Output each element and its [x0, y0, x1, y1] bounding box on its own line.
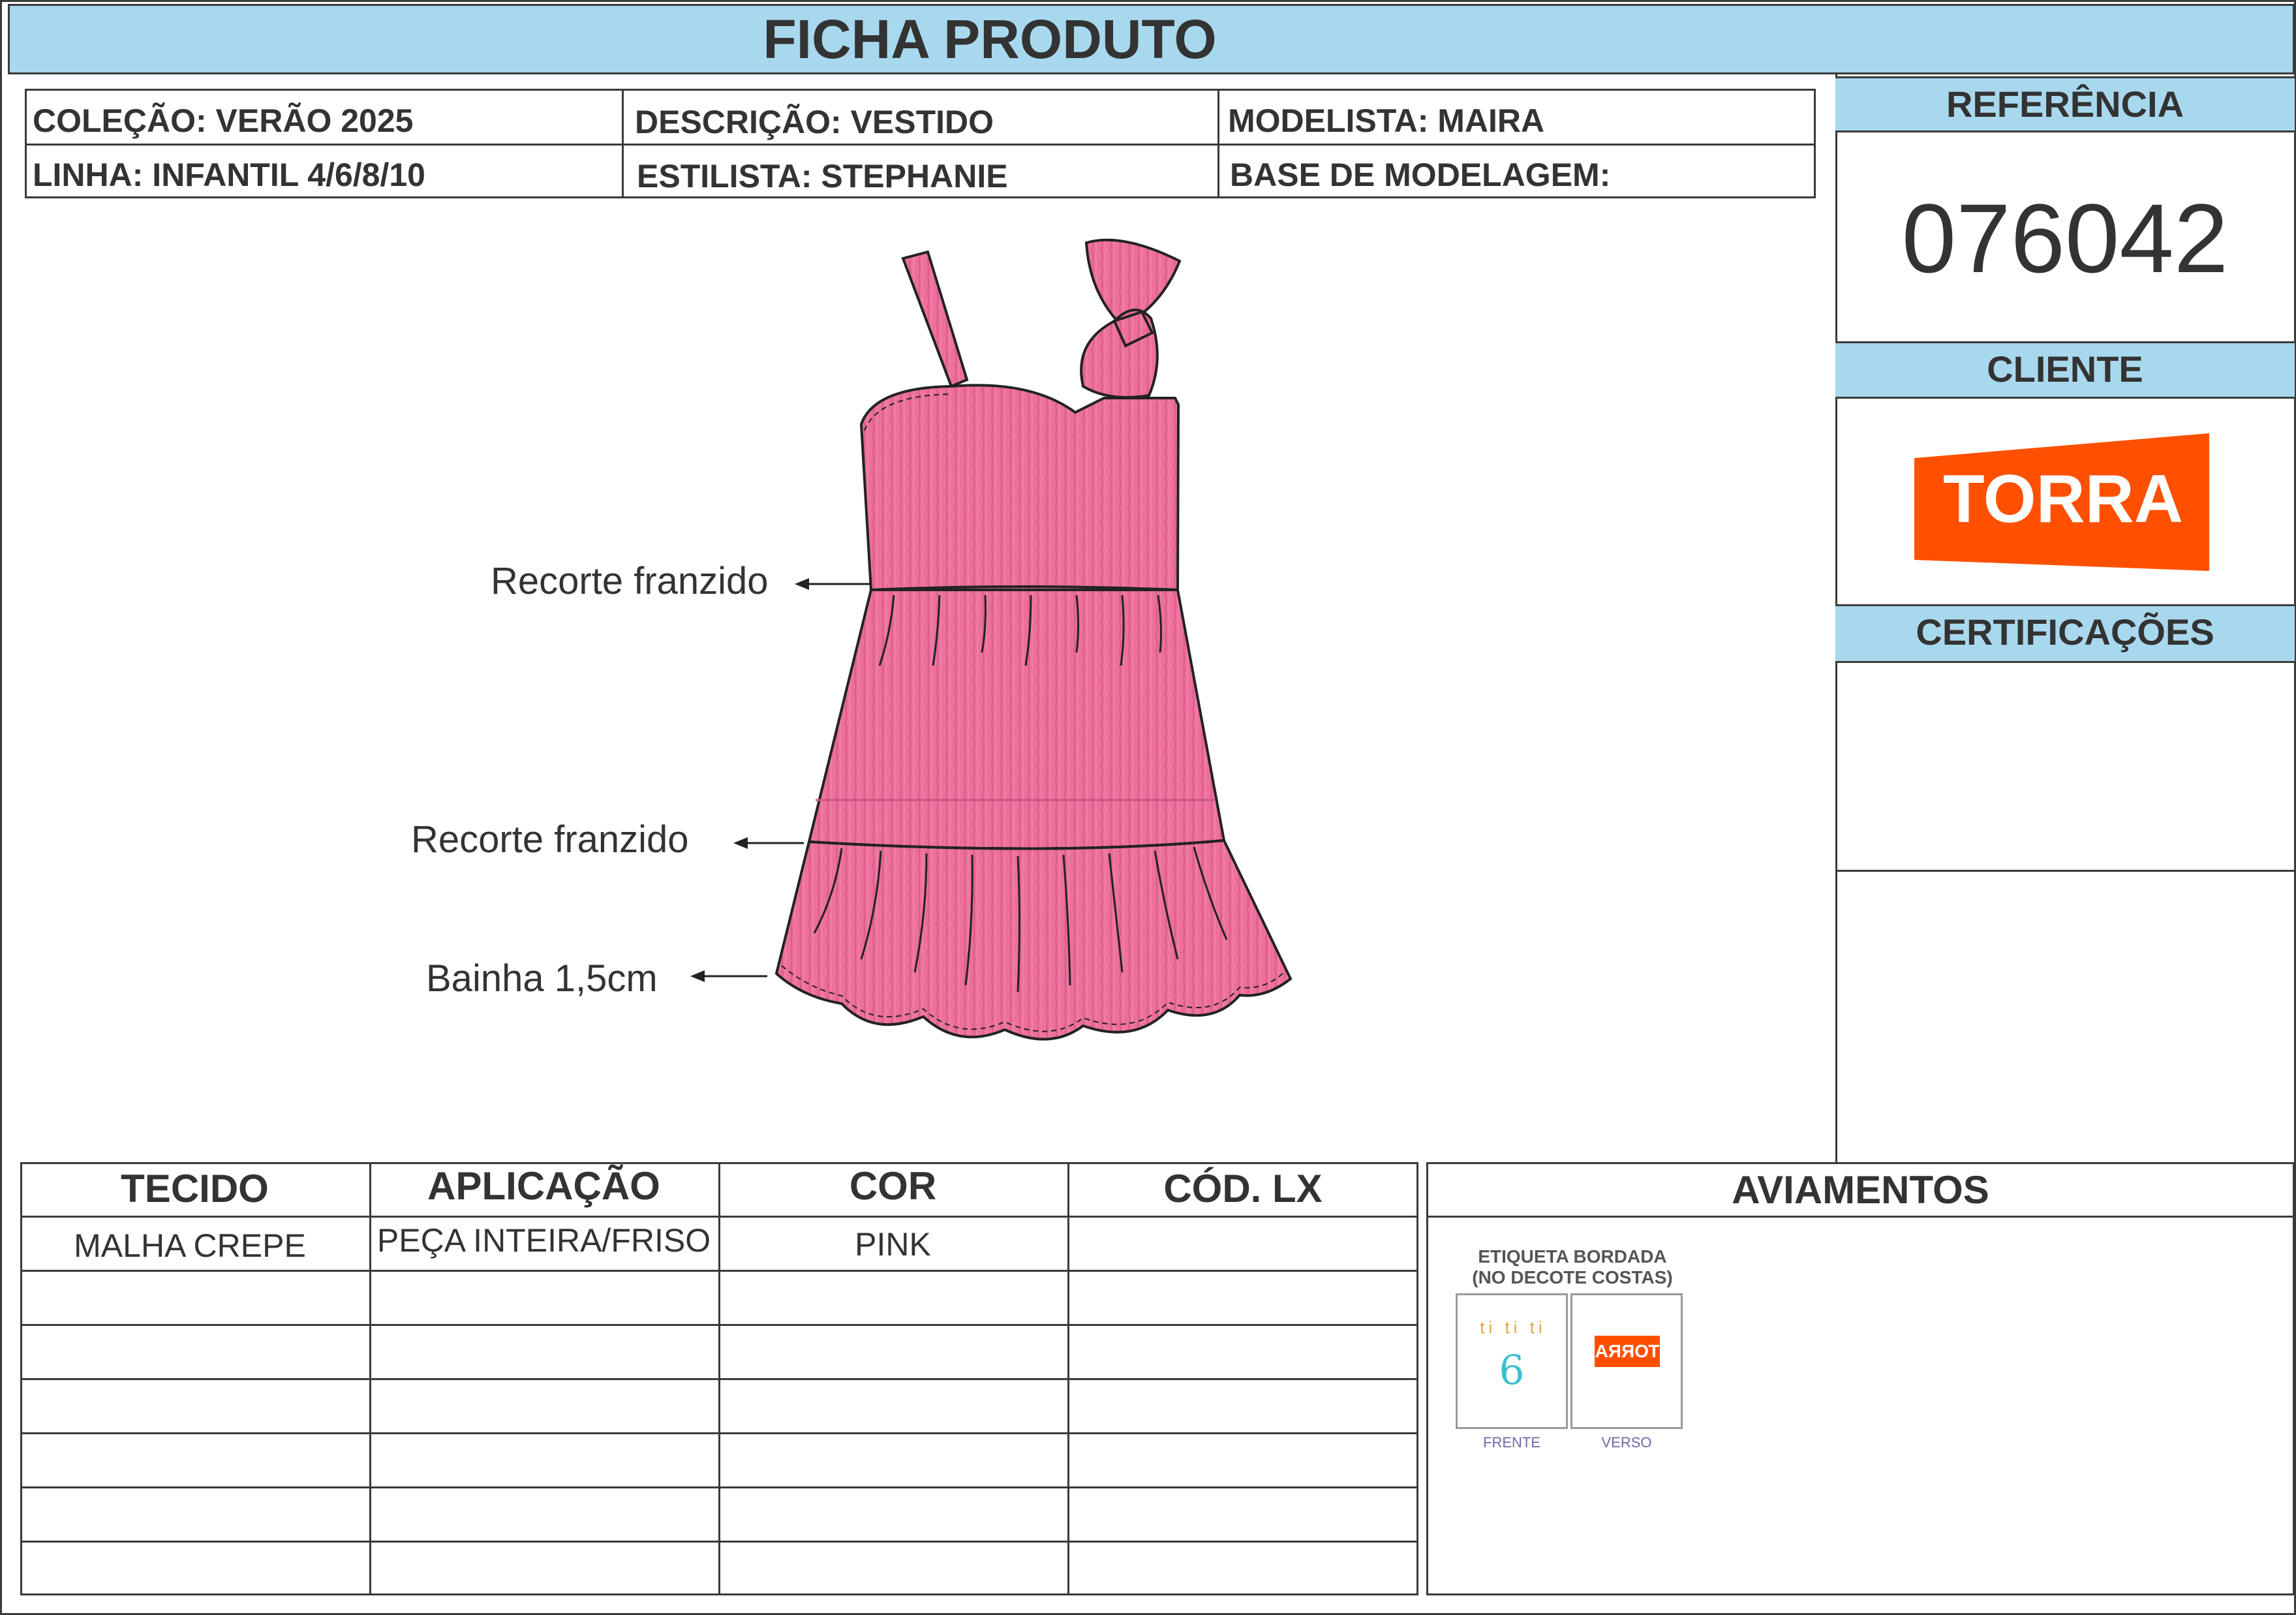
certificacoes-label: CERTIFICAÇÕES: [1835, 604, 2295, 663]
cliente-label: CLIENTE: [1835, 341, 2295, 399]
materials-row-divider: [20, 1378, 1418, 1380]
col-header-aplicacao: APLICAÇÃO: [427, 1164, 660, 1208]
page-title: FICHA PRODUTO: [763, 8, 1217, 70]
header-row-divider: [25, 144, 1816, 146]
header-col-divider-2: [1217, 89, 1219, 198]
etiqueta-frente-caption: FRENTE: [1483, 1434, 1540, 1451]
etiqueta-frente-size: 6: [1499, 1346, 1525, 1394]
etiqueta-verso-logo: TORRA: [1595, 1336, 1660, 1367]
callout-arrow-1: [795, 578, 872, 590]
cell-aplicacao: PEÇA INTEIRA/FRISO: [376, 1222, 711, 1259]
materials-row-divider: [20, 1486, 1418, 1488]
cell-tecido: MALHA CREPE: [74, 1227, 306, 1264]
etiqueta-label-line1: ETIQUETA BORDADA: [1478, 1246, 1667, 1267]
etiqueta-verso: TORRA: [1570, 1293, 1683, 1429]
left-strap: [901, 250, 969, 388]
callout-arrow-2: [733, 837, 804, 849]
referencia-value: 076042: [1901, 183, 2229, 293]
materials-row-divider: [20, 1432, 1418, 1434]
bow: [1080, 238, 1182, 399]
col-header-cod-lx: CÓD. LX: [1163, 1167, 1323, 1210]
materials-row-divider: [20, 1541, 1418, 1543]
aviamentos-title: AVIAMENTOS: [1732, 1168, 1989, 1212]
etiqueta-verso-caption: VERSO: [1601, 1434, 1652, 1451]
linha-field: LINHA: INFANTIL 4/6/8/10: [33, 157, 425, 193]
callout-recorte-2: Recorte franzido: [411, 818, 689, 861]
torra-logo-text: TORRA: [1943, 461, 2183, 537]
header-col-divider-1: [622, 89, 624, 198]
descricao-field: DESCRIÇÃO: VESTIDO: [635, 104, 994, 140]
estilista-field: ESTILISTA: STEPHANIE: [637, 158, 1008, 194]
bodice: [859, 384, 1180, 591]
etiqueta-frente: ti ti ti 6: [1456, 1293, 1568, 1429]
materials-row-divider: [20, 1270, 1418, 1272]
callout-bainha: Bainha 1,5cm: [426, 957, 658, 1000]
callout-arrow-3: [690, 970, 767, 982]
referencia-label: REFERÊNCIA: [1835, 76, 2295, 132]
modelista-field: MODELISTA: MAIRA: [1228, 102, 1545, 139]
certificacoes-bottom-border: [1835, 870, 2295, 872]
col-header-cor: COR: [849, 1164, 937, 1208]
etiqueta-label-line2: (NO DECOTE COSTAS): [1472, 1267, 1673, 1287]
bottom-ruffle: [774, 838, 1293, 1041]
base-modelagem-field: BASE DE MODELAGEM:: [1230, 157, 1611, 193]
colecao-field: COLEÇÃO: VERÃO 2025: [33, 102, 414, 139]
materials-row-divider: [20, 1324, 1418, 1326]
col-header-tecido: TECIDO: [121, 1167, 269, 1210]
torra-logo: TORRA: [1914, 433, 2209, 571]
cell-cor: PINK: [855, 1226, 931, 1263]
dress-illustration: [774, 238, 1293, 1041]
callout-recorte-1: Recorte franzido: [491, 560, 769, 602]
etiqueta-frente-brand: ti ti ti: [1480, 1317, 1546, 1337]
materials-row-divider: [20, 1216, 1418, 1218]
aviamentos-header-divider: [1426, 1216, 2295, 1218]
